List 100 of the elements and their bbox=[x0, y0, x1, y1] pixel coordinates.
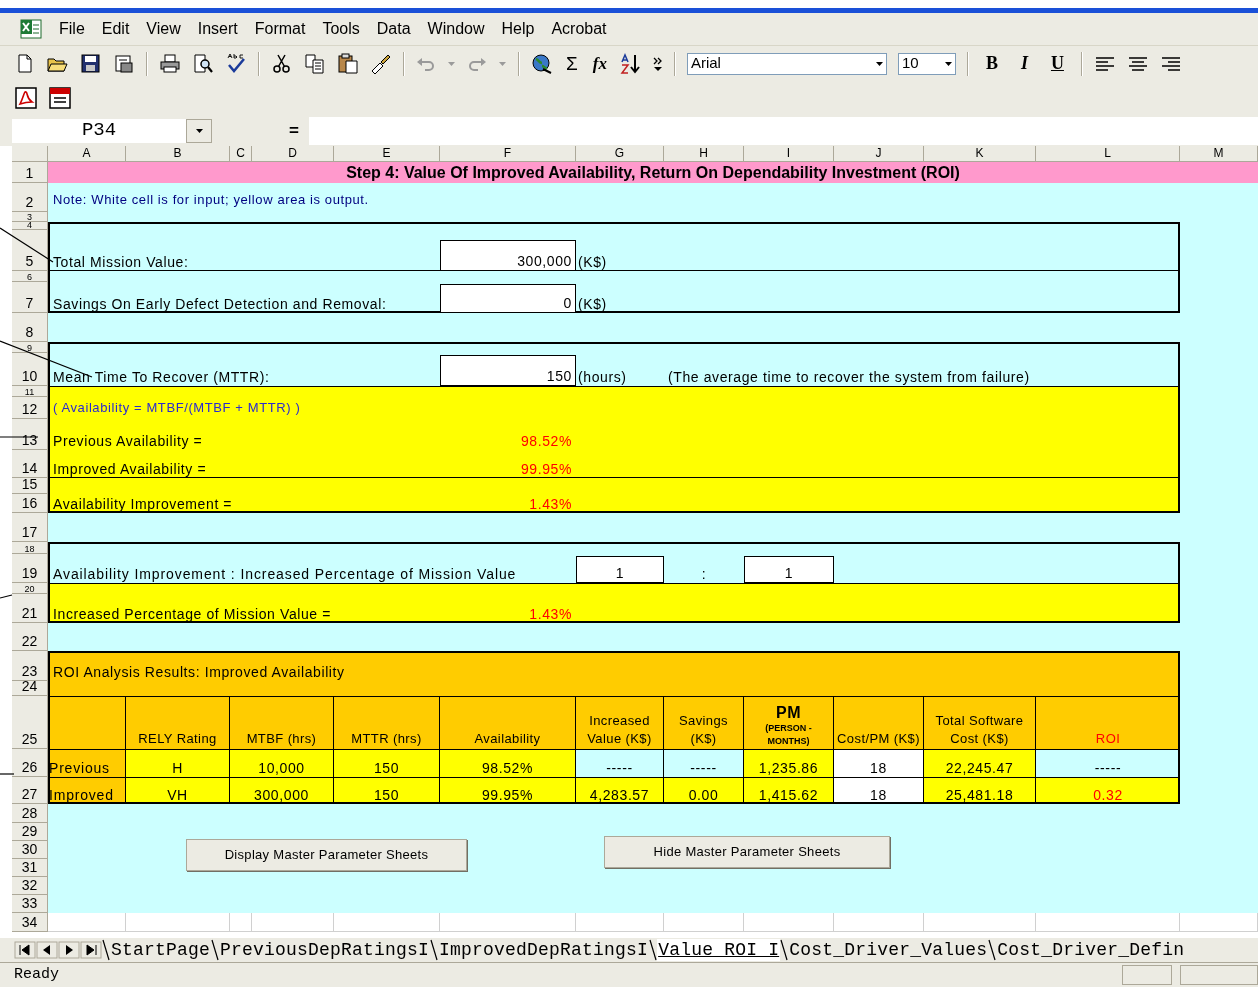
column-header[interactable]: D bbox=[252, 146, 334, 162]
row-header[interactable]: 13 bbox=[12, 419, 48, 450]
pdf-form-icon[interactable] bbox=[48, 86, 72, 110]
row-header[interactable]: 19 bbox=[12, 554, 48, 583]
previous-sheet-icon[interactable] bbox=[36, 941, 58, 959]
menu-item[interactable]: View bbox=[146, 17, 181, 41]
menu-item[interactable]: Format bbox=[254, 17, 306, 41]
input-field[interactable]: 1 bbox=[744, 556, 834, 583]
column-header[interactable]: L bbox=[1036, 146, 1180, 162]
row-header[interactable]: 32 bbox=[12, 877, 48, 895]
row-header[interactable]: 6 bbox=[12, 271, 48, 282]
row-header[interactable]: 16 bbox=[12, 494, 48, 513]
row-header[interactable]: 3 bbox=[12, 212, 48, 222]
font-dropdown[interactable]: Arial bbox=[686, 52, 887, 75]
row-header[interactable]: 4 bbox=[12, 222, 48, 230]
table-cell[interactable]: 18 bbox=[834, 749, 924, 777]
column-header[interactable]: H bbox=[664, 146, 744, 162]
row-header[interactable]: 8 bbox=[12, 313, 48, 342]
row-header[interactable]: 23 bbox=[12, 651, 48, 681]
paste-icon[interactable] bbox=[337, 52, 359, 75]
sort-ascending-icon[interactable] bbox=[619, 52, 642, 75]
row-header[interactable]: 21 bbox=[12, 594, 48, 623]
align-left-icon[interactable] bbox=[1093, 54, 1116, 73]
sheet-tab[interactable]: PreviousDepRatingsI bbox=[219, 939, 431, 961]
sheet-tab[interactable]: ImprovedDepRatingsI bbox=[438, 939, 650, 961]
row-header[interactable]: 5 bbox=[12, 230, 48, 271]
row-header[interactable]: 25 bbox=[12, 696, 48, 749]
column-header[interactable]: I bbox=[744, 146, 834, 162]
table-cell[interactable]: 18 bbox=[834, 777, 924, 804]
pdf-document-icon[interactable] bbox=[14, 86, 38, 110]
next-sheet-icon[interactable] bbox=[58, 941, 80, 959]
column-header[interactable]: G bbox=[576, 146, 664, 162]
row-header[interactable]: 7 bbox=[12, 282, 48, 313]
menu-item[interactable]: File bbox=[59, 17, 85, 41]
italic-button[interactable]: I bbox=[1014, 50, 1034, 77]
menu-item[interactable]: Window bbox=[427, 17, 485, 41]
column-header[interactable]: B bbox=[126, 146, 230, 162]
spell-check-icon[interactable] bbox=[225, 52, 247, 75]
paintbrush-icon[interactable] bbox=[370, 52, 392, 75]
caret-icon[interactable] bbox=[194, 127, 204, 134]
caret-icon[interactable] bbox=[943, 60, 953, 67]
last-sheet-icon[interactable] bbox=[80, 941, 102, 959]
row-header[interactable]: 15 bbox=[12, 478, 48, 494]
row-header[interactable]: 1 bbox=[12, 162, 48, 183]
align-right-icon[interactable] bbox=[1159, 54, 1182, 73]
print-preview-icon[interactable] bbox=[192, 52, 214, 75]
name-box-dropdown[interactable] bbox=[186, 118, 212, 143]
input-field[interactable]: 1 bbox=[576, 556, 664, 583]
row-header[interactable]: 2 bbox=[12, 183, 48, 212]
column-header[interactable]: M bbox=[1180, 146, 1258, 162]
menu-item[interactable]: Data bbox=[376, 17, 411, 41]
column-header[interactable]: C bbox=[230, 146, 252, 162]
column-header[interactable]: F bbox=[440, 146, 576, 162]
menu-item[interactable]: Help bbox=[501, 17, 535, 41]
menu-item[interactable]: Insert bbox=[197, 17, 238, 41]
menu-item[interactable]: Edit bbox=[101, 17, 130, 41]
printer-icon[interactable] bbox=[159, 52, 181, 75]
column-header[interactable]: K bbox=[924, 146, 1036, 162]
spreadsheet-icon[interactable] bbox=[20, 19, 42, 39]
sheet-button[interactable]: Display Master Parameter Sheets bbox=[186, 839, 467, 871]
column-header[interactable]: A bbox=[48, 146, 126, 162]
sheet-tab[interactable]: Value ROI I bbox=[657, 939, 781, 961]
row-header[interactable]: 17 bbox=[12, 513, 48, 542]
row-header[interactable]: 26 bbox=[12, 749, 48, 777]
row-header[interactable]: 22 bbox=[12, 623, 48, 651]
row-header[interactable]: 24 bbox=[12, 681, 48, 696]
caret-icon[interactable] bbox=[874, 60, 884, 67]
underline-button[interactable]: U bbox=[1044, 50, 1070, 77]
name-box[interactable]: P34 bbox=[12, 118, 186, 143]
align-center-icon[interactable] bbox=[1126, 54, 1149, 73]
row-header[interactable]: 29 bbox=[12, 823, 48, 841]
sheet-button[interactable]: Hide Master Parameter Sheets bbox=[604, 836, 890, 868]
first-sheet-icon[interactable] bbox=[14, 941, 36, 959]
row-header[interactable]: 34 bbox=[12, 913, 48, 932]
row-header[interactable]: 28 bbox=[12, 804, 48, 823]
row-header[interactable]: 9 bbox=[12, 342, 48, 353]
menu-item[interactable]: Acrobat bbox=[551, 17, 607, 41]
globe-icon[interactable] bbox=[531, 52, 553, 75]
input-field[interactable]: 300,000 bbox=[440, 240, 576, 271]
row-header[interactable]: 12 bbox=[12, 397, 48, 419]
column-header[interactable]: E bbox=[334, 146, 440, 162]
autosum-button[interactable]: Σ bbox=[564, 54, 580, 73]
bold-button[interactable]: B bbox=[979, 50, 1004, 77]
font-size-dropdown[interactable]: 10 bbox=[897, 52, 956, 75]
row-header[interactable]: 14 bbox=[12, 450, 48, 478]
column-header[interactable]: J bbox=[834, 146, 924, 162]
row-header[interactable]: 27 bbox=[12, 777, 48, 804]
input-field[interactable]: 150 bbox=[440, 355, 576, 386]
row-header[interactable]: 10 bbox=[12, 353, 48, 386]
row-header[interactable]: 33 bbox=[12, 895, 48, 913]
input-field[interactable]: 0 bbox=[440, 284, 576, 313]
function-button[interactable]: fx bbox=[590, 55, 609, 72]
row-header[interactable]: 30 bbox=[12, 841, 48, 859]
copy-icon[interactable] bbox=[304, 52, 326, 75]
menu-item[interactable]: Tools bbox=[322, 17, 360, 41]
row-header[interactable]: 18 bbox=[12, 542, 48, 554]
row-header[interactable]: 20 bbox=[12, 583, 48, 594]
row-header[interactable]: 31 bbox=[12, 859, 48, 877]
formula-input[interactable] bbox=[308, 116, 1258, 145]
cut-icon[interactable] bbox=[271, 52, 293, 75]
